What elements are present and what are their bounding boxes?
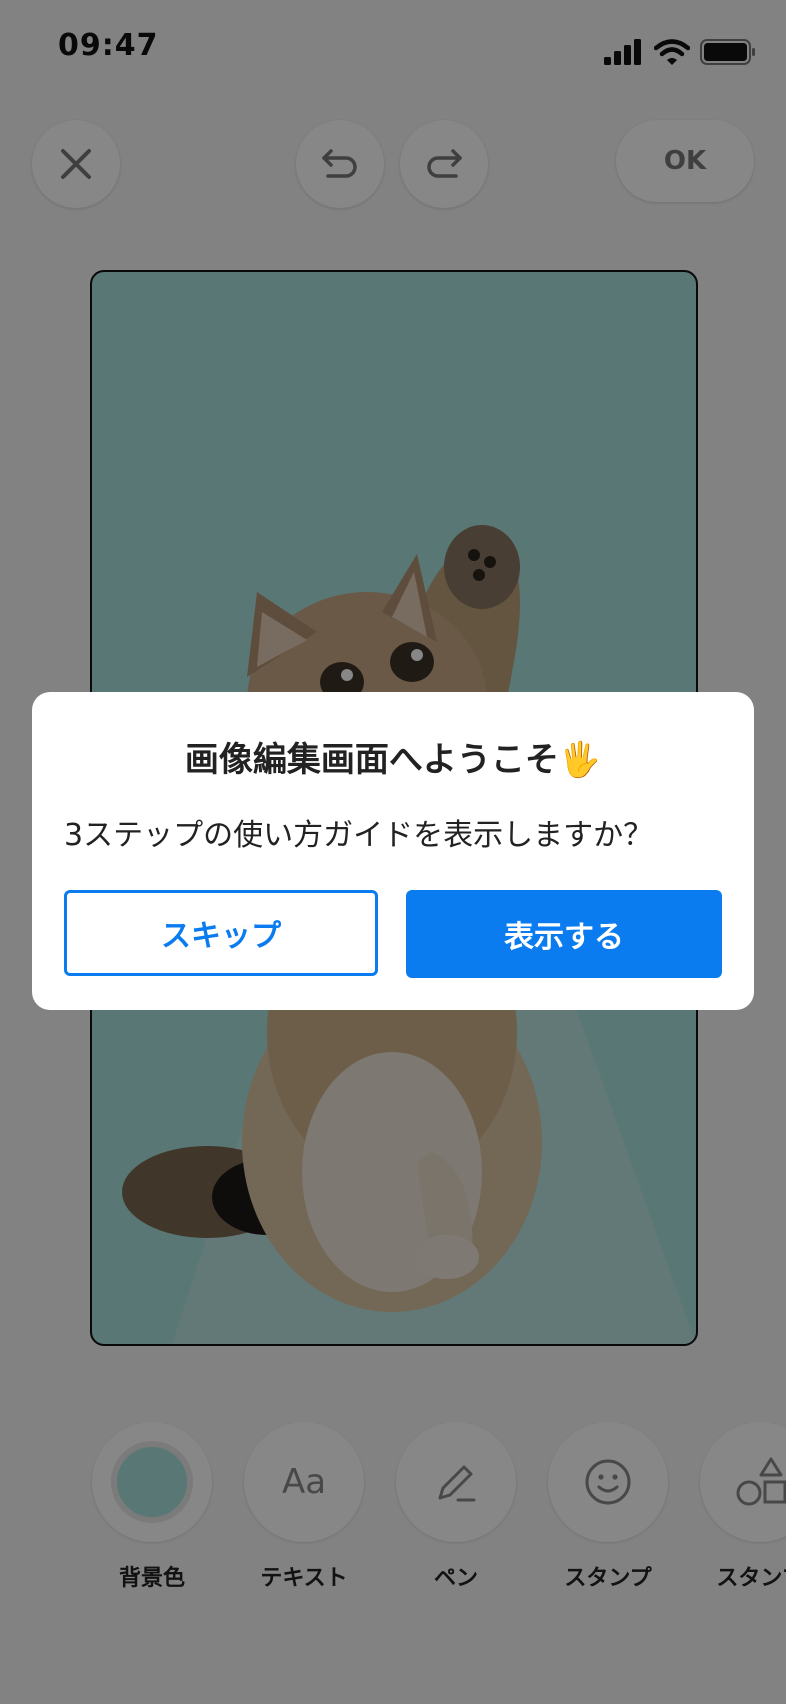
waving-hand-icon: 🖐 — [558, 740, 602, 780]
dialog-message: 3ステップの使い方ガイドを表示しますか？ — [64, 818, 654, 853]
welcome-dialog: 画像編集画面へようこそ🖐 3ステップの使い方ガイドを表示しますか？ スキップ 表… — [32, 692, 754, 1010]
dialog-title-text: 画像編集画面へようこそ — [184, 740, 559, 780]
dialog-title: 画像編集画面へようこそ🖐 — [32, 732, 754, 781]
show-guide-button[interactable]: 表示する — [406, 890, 722, 978]
skip-button[interactable]: スキップ — [64, 890, 378, 976]
